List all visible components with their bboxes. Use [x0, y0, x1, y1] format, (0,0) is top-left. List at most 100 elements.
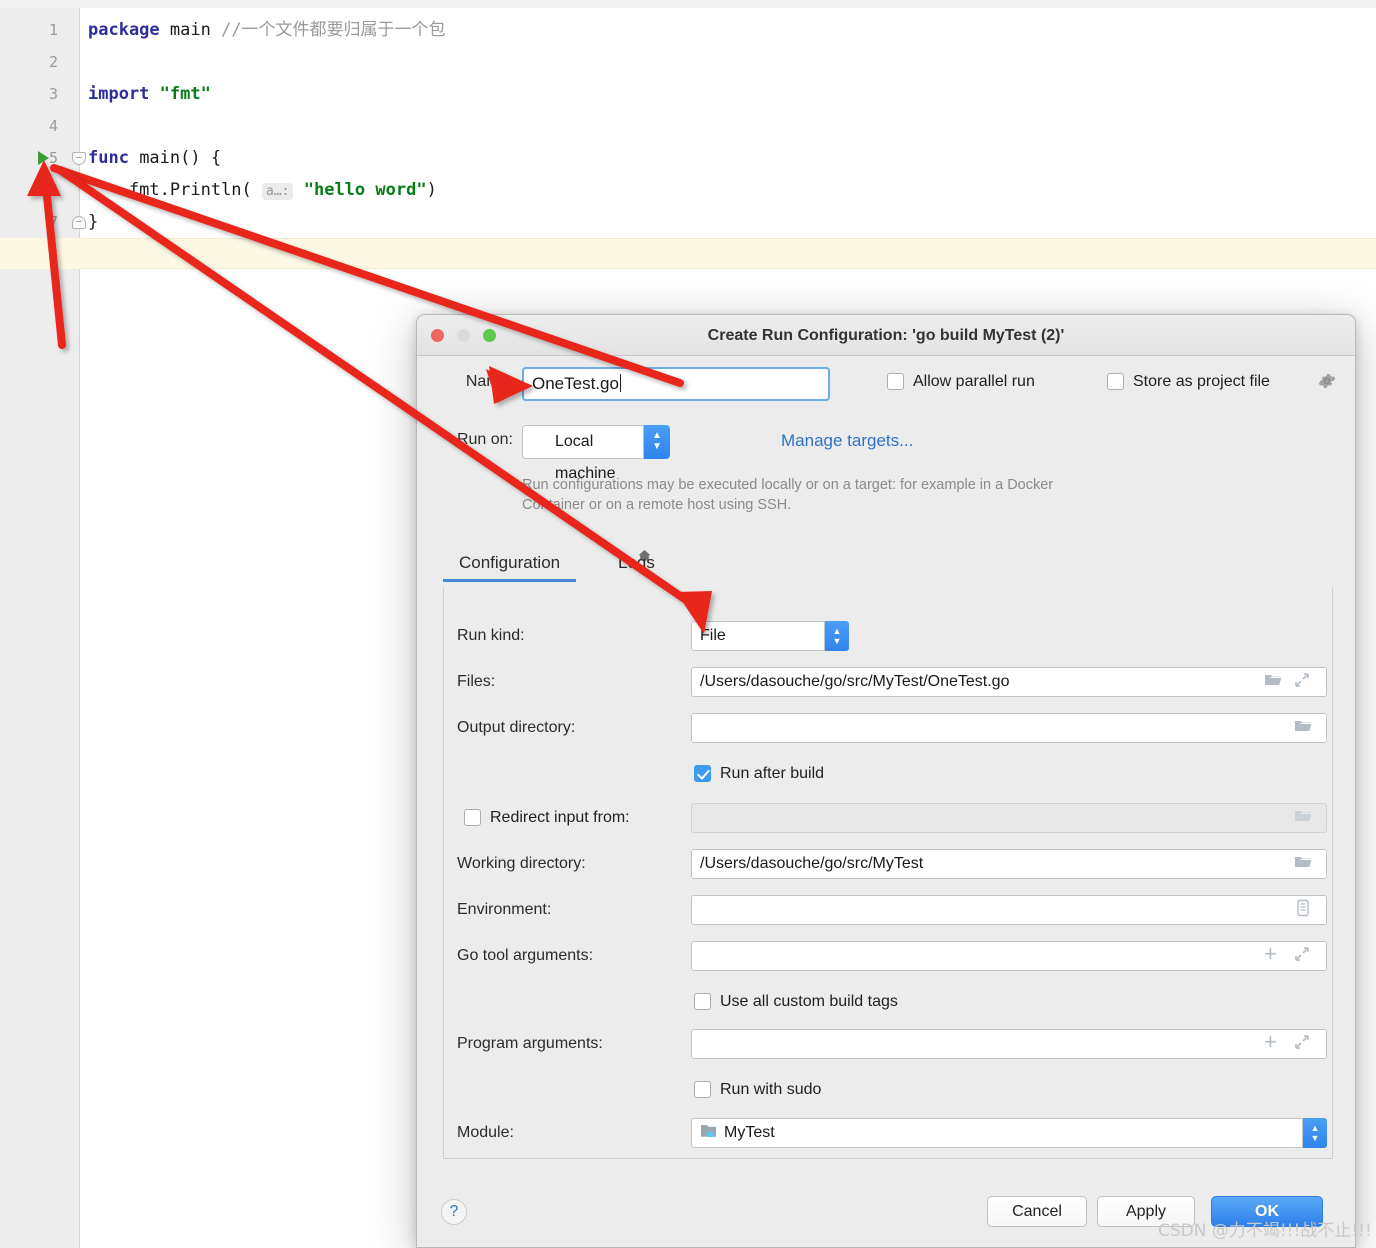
code-line-8[interactable]: 8 [0, 238, 1376, 270]
line-number: 6 [48, 181, 58, 199]
program-arguments-label: Program arguments: [457, 1035, 603, 1052]
parameter-hint-chip: a…: [262, 183, 294, 200]
allow-parallel-run-checkbox[interactable]: Allow parallel run [887, 373, 1035, 391]
run-after-build-checkbox[interactable]: Run after build [694, 765, 824, 783]
environment-input[interactable] [691, 895, 1327, 925]
run-with-sudo-label: Run with sudo [720, 1081, 822, 1098]
code-line-7[interactable]: 7 − } [0, 206, 1376, 238]
checkbox-box-icon [1107, 373, 1124, 390]
browse-folder-icon[interactable] [1264, 672, 1282, 693]
run-kind-label: Run kind: [457, 627, 525, 644]
code-line-2[interactable]: 2 [0, 46, 1376, 78]
line-number: 3 [48, 85, 58, 103]
dialog-tabs: Configuration Logs [442, 553, 1333, 587]
run-on-stepper-icon[interactable]: ▲ ▼ [644, 425, 670, 459]
code-text: import "fmt" [88, 78, 211, 110]
expand-editor-icon[interactable] [1294, 1034, 1310, 1055]
name-label: Name: [465, 373, 513, 390]
module-label: Module: [457, 1124, 514, 1141]
files-input[interactable]: /Users/dasouche/go/src/MyTest/OneTest.go [691, 667, 1327, 697]
redirect-input-from-input [691, 803, 1327, 833]
browse-folder-icon[interactable] [1294, 718, 1312, 739]
run-kind-combobox[interactable]: File [691, 621, 825, 651]
program-arguments-input[interactable] [691, 1029, 1327, 1059]
go-tool-arguments-input[interactable] [691, 941, 1327, 971]
redirect-input-from-checkbox[interactable]: Redirect input from: [464, 809, 630, 827]
line-number: 5 [48, 149, 58, 167]
environment-label: Environment: [457, 901, 552, 918]
store-as-project-file-checkbox[interactable]: Store as project file [1107, 373, 1270, 391]
code-line-5[interactable]: 5 − func main() { [0, 142, 1376, 174]
files-value: /Users/dasouche/go/src/MyTest/OneTest.go [700, 673, 1010, 690]
environment-variables-icon[interactable] [1295, 899, 1311, 922]
output-directory-input[interactable] [691, 713, 1327, 743]
name-input[interactable]: OneTest.go [522, 367, 830, 401]
browse-folder-icon [1294, 808, 1312, 829]
checkbox-box-icon [694, 993, 711, 1010]
working-directory-label: Working directory: [457, 855, 586, 872]
code-text: func main() { [88, 142, 221, 174]
working-directory-input[interactable]: /Users/dasouche/go/src/MyTest [691, 849, 1327, 879]
gear-icon[interactable] [1317, 371, 1337, 391]
run-on-combobox[interactable]: Local machine [522, 425, 651, 561]
code-line-1[interactable]: 1 package main //一个文件都要归属于一个包 [0, 14, 1376, 46]
redirect-input-from-label: Redirect input from: [490, 809, 630, 826]
code-plain: main [159, 20, 222, 40]
run-with-sudo-checkbox[interactable]: Run with sudo [694, 1081, 821, 1099]
run-kind-stepper-icon[interactable]: ▲ ▼ [825, 621, 849, 651]
go-tool-arguments-label: Go tool arguments: [457, 947, 594, 964]
keyword-package: package [88, 20, 160, 40]
use-all-custom-build-tags-checkbox[interactable]: Use all custom build tags [694, 993, 898, 1011]
tab-configuration[interactable]: Configuration [442, 553, 577, 582]
keyword-import: import [88, 84, 150, 104]
code-plain: fmt.Println( [88, 180, 262, 200]
line-number: 4 [48, 117, 58, 135]
tab-logs[interactable]: Logs [618, 553, 655, 573]
line-number: 1 [48, 21, 58, 39]
manage-targets-link[interactable]: Manage targets... [781, 431, 913, 451]
expand-editor-icon[interactable] [1294, 946, 1310, 967]
code-line-3[interactable]: 3 import "fmt" [0, 78, 1376, 110]
module-combobox[interactable]: MyTest [691, 1118, 1303, 1148]
dialog-titlebar[interactable]: Create Run Configuration: 'go build MyTe… [417, 315, 1355, 356]
code-fold-open-icon[interactable]: − [72, 152, 86, 165]
add-icon[interactable]: + [1264, 943, 1277, 965]
dialog-title: Create Run Configuration: 'go build MyTe… [707, 327, 1065, 344]
add-icon[interactable]: + [1264, 1031, 1277, 1053]
line-number: 7 [48, 213, 58, 231]
keyword-func: func [88, 148, 129, 168]
run-on-label: Run on: [456, 431, 513, 448]
help-button[interactable]: ? [441, 1199, 467, 1225]
code-fold-close-icon[interactable]: − [72, 216, 86, 229]
module-folder-icon [699, 1123, 718, 1146]
working-directory-value: /Users/dasouche/go/src/MyTest [700, 855, 924, 872]
code-text: fmt.Println( a…: "hello word") [88, 174, 437, 208]
configuration-panel: Run kind: File ▲ ▼ Files: /Users/dasouche… [443, 587, 1333, 1159]
code-comment: //一个文件都要归属于一个包 [221, 20, 446, 40]
text-caret [619, 374, 621, 392]
run-after-build-label: Run after build [720, 765, 825, 782]
cancel-button[interactable]: Cancel [987, 1196, 1087, 1227]
name-input-value: OneTest.go [532, 374, 619, 393]
string-literal: "hello word" [303, 180, 427, 200]
line-number: 8 [48, 245, 58, 263]
module-value: MyTest [724, 1124, 775, 1141]
run-gutter-icon[interactable] [38, 151, 49, 165]
minimize-window-icon[interactable] [457, 329, 470, 342]
create-run-configuration-dialog: Create Run Configuration: 'go build MyTe… [416, 314, 1356, 1248]
code-text: package main //一个文件都要归属于一个包 [88, 14, 446, 46]
code-plain: main() { [128, 148, 222, 168]
code-line-4[interactable]: 4 [0, 110, 1376, 142]
run-on-hint-text: Run configurations may be executed local… [522, 477, 1054, 513]
string-literal: "fmt" [159, 84, 211, 104]
editor-top-strip [0, 0, 1376, 8]
code-line-6[interactable]: 6 fmt.Println( a…: "hello word") [0, 174, 1376, 206]
code-plain: ) [426, 180, 437, 200]
browse-folder-icon[interactable] [1294, 854, 1312, 875]
checkbox-box-icon [887, 373, 904, 390]
close-window-icon[interactable] [431, 329, 444, 342]
maximize-window-icon[interactable] [483, 329, 496, 342]
store-as-project-file-label: Store as project file [1133, 373, 1270, 390]
expand-editor-icon[interactable] [1294, 672, 1310, 693]
module-stepper-icon[interactable]: ▲ ▼ [1303, 1118, 1327, 1148]
